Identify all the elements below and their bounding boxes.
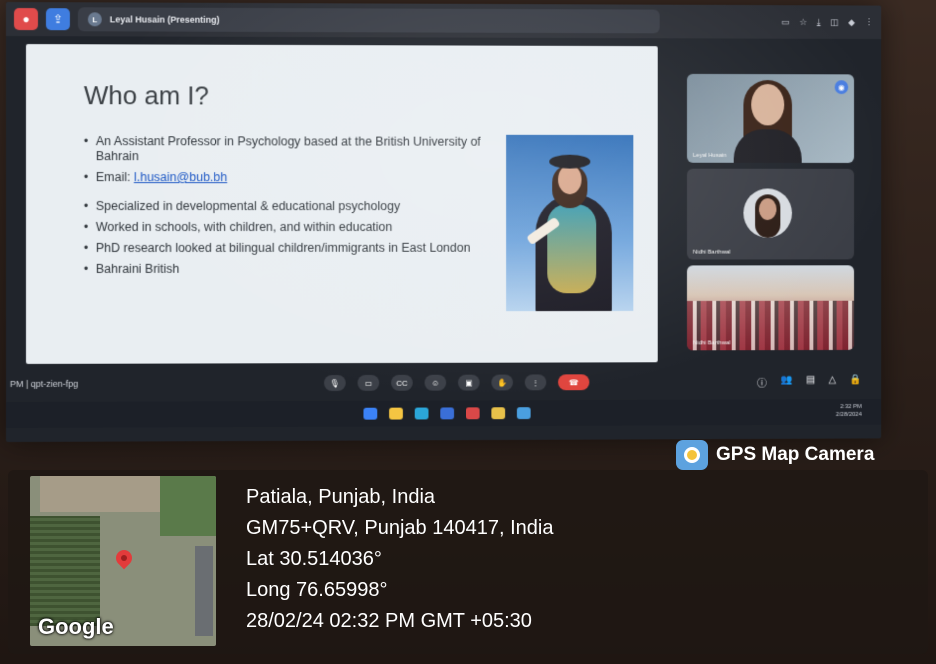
participant-name: Nidhi Barthwal [692,340,731,347]
hand-icon[interactable]: ✋ [491,374,513,391]
clock-date: 2/28/2024 [835,411,862,418]
participant-name: Nidhi Barthwal [692,249,731,256]
edge-icon[interactable] [414,407,429,420]
sidebar-icon[interactable]: ◫ [830,17,838,28]
meet-topbar: ● ⇪ L Leyal Husain (Presenting) ▭ ☆ ⤓ ◫ … [6,2,882,40]
participant-video [733,79,802,163]
activities-icon[interactable]: △ [829,374,836,389]
presenter-tab[interactable]: L Leyal Husain (Presenting) [77,7,660,34]
email-link[interactable]: l.husain@bub.bh [134,170,227,184]
window-icons: ▭ ☆ ⤓ ◫ ◆ ⋮ [781,17,873,28]
info-icon[interactable]: ⓘ [757,374,767,389]
gps-map-camera-icon [676,440,708,470]
store-icon[interactable] [440,407,455,420]
meet-controls-bar: PM | qpt-zien-fpg 🎙 ▭ CC ☺ ▣ ✋ ⋮ ☎ ⓘ 👥 ▤… [6,365,881,401]
presenter-avatar: L [87,12,102,27]
slide-bullets: An Assistant Professor in Psychology bas… [84,134,490,283]
audio-indicator-icon: ◉ [834,80,849,95]
share-icon[interactable]: ⇪ [45,8,70,31]
people-icon[interactable]: 👥 [780,374,792,389]
map-pin-icon [112,546,136,572]
record-icon[interactable]: ● [13,8,38,31]
camera-icon[interactable]: ▭ [357,374,380,391]
longitude: Long 76.65998° [246,579,388,601]
emoji-icon[interactable]: ☺ [424,374,447,391]
explorer-icon[interactable] [389,407,403,420]
photo: ● ⇪ L Leyal Husain (Presenting) ▭ ☆ ⤓ ◫ … [0,0,936,664]
bullet-item: An Assistant Professor in Psychology bas… [84,134,490,164]
timestamp: 28/02/24 02:32 PM GMT +05:30 [246,610,532,632]
windows-taskbar [6,399,882,428]
bullet-email: Email: l.husain@bub.bh [84,170,490,185]
bullet-item: PhD research looked at bilingual childre… [84,241,490,256]
participant-avatar [743,188,792,238]
bullet-item: Bahraini British [84,262,490,277]
lock-icon[interactable]: 🔒 [850,374,862,389]
mic-icon[interactable]: 🎙 [323,375,346,391]
location-details: Patiala, Punjab, India GM75+QRV, Punjab … [246,482,553,637]
more-icon[interactable]: ⋮ [524,374,547,391]
presentation-slide: Who am I? An Assistant Professor in Psyc… [25,44,658,364]
chat-icon[interactable]: ▤ [806,374,815,389]
participant-tile[interactable]: ◉ Leyal Husain [686,73,855,163]
location-info-panel: Google Patiala, Punjab, India GM75+QRV, … [8,470,928,654]
captions-icon[interactable]: CC [391,374,413,391]
participant-tile[interactable]: Nidhi Barthwal [686,265,855,351]
start-icon[interactable] [363,407,378,420]
graduation-photo [506,134,634,312]
extensions-icon[interactable]: ◆ [848,17,855,28]
bullet-item: Specialized in developmental & education… [84,199,490,214]
map-attribution: Google [38,614,114,639]
menu-icon[interactable]: ⋮ [865,17,874,28]
mini-map: Google [30,476,216,646]
meeting-code: PM | qpt-zien-fpg [9,378,79,389]
clock-time: 2:32 PM [840,404,862,411]
star-icon[interactable]: ☆ [799,17,807,28]
download-icon[interactable]: ⤓ [817,17,821,28]
projected-screen: ● ⇪ L Leyal Husain (Presenting) ▭ ☆ ⤓ ◫ … [6,2,882,442]
latitude: Lat 30.514036° [246,548,382,570]
presenter-label: Leyal Husain (Presenting) [109,14,220,25]
bullet-item: Worked in schools, with children, and wi… [84,220,490,235]
location-name: Patiala, Punjab, India [246,486,436,508]
gps-brand: GPS Map Camera [676,440,874,470]
slide-title: Who am I? [83,80,209,111]
participant-tile[interactable]: Nidhi Barthwal [686,168,855,260]
call-controls: 🎙 ▭ CC ☺ ▣ ✋ ⋮ ☎ [323,374,590,391]
present-icon[interactable]: ▣ [457,374,480,391]
end-call-icon[interactable]: ☎ [558,374,590,391]
system-tray: 2:32 PM 2/28/2024 [836,403,862,419]
chrome-icon[interactable] [491,407,506,420]
pip-icon[interactable]: ▭ [781,17,789,28]
brand-name: GPS Map Camera [716,444,875,465]
plus-code: GM75+QRV, Punjab 140417, India [246,517,554,539]
app-icon[interactable] [516,407,531,420]
app-icon[interactable] [465,407,480,420]
participant-name: Leyal Husain [692,152,727,159]
email-label: Email: [95,170,134,185]
side-controls: ⓘ 👥 ▤ △ 🔒 [757,374,862,389]
